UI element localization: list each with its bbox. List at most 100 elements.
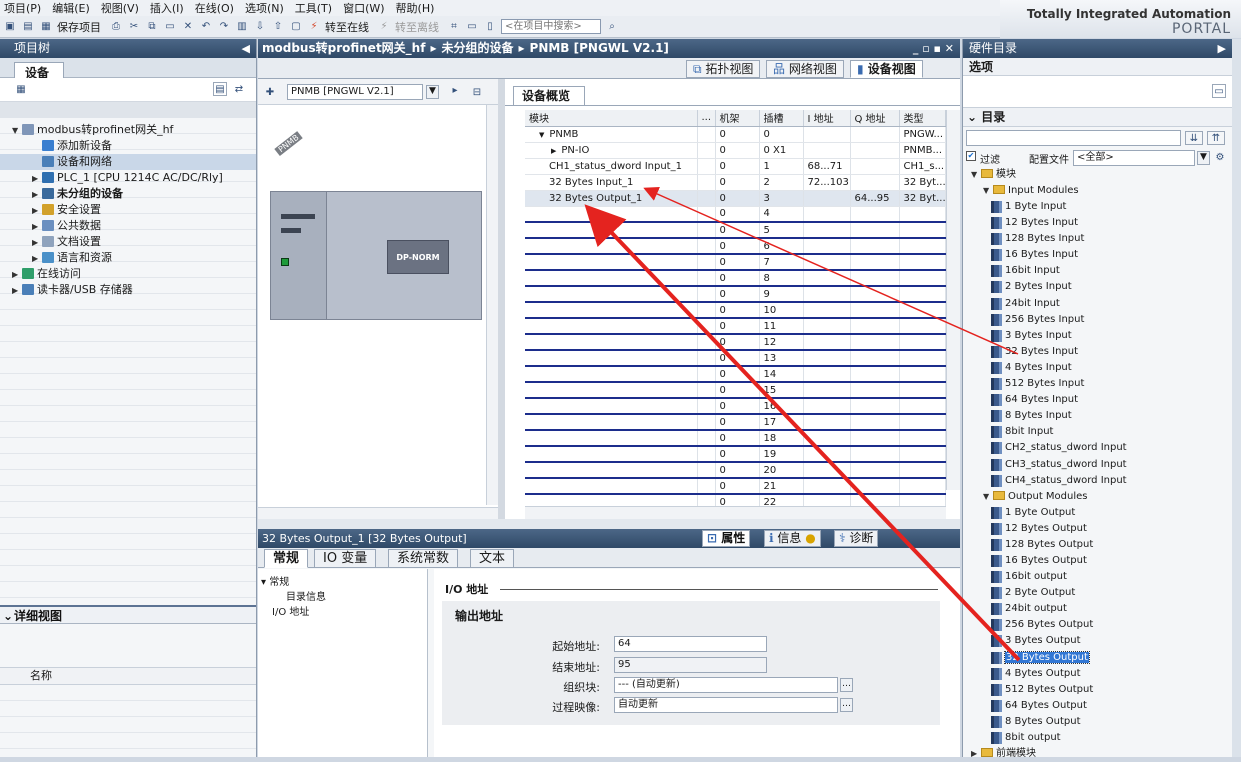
catalog-module[interactable]: 3 Bytes Output bbox=[963, 633, 1232, 649]
column-header[interactable]: 类型 bbox=[899, 110, 946, 127]
column-header[interactable]: 模块 bbox=[525, 110, 698, 127]
table-horizontal-scrollbar[interactable] bbox=[525, 506, 946, 519]
breadcrumb-item[interactable]: PNMB [PNGWL V2.1] bbox=[530, 41, 669, 55]
graphic-horizontal-scrollbar[interactable] bbox=[258, 507, 498, 519]
table-row[interactable]: 04 bbox=[525, 206, 946, 223]
search-icon[interactable]: ⌕ bbox=[605, 20, 619, 34]
ob-select[interactable]: --- (自动更新) bbox=[614, 677, 838, 693]
catalog-search-input[interactable] bbox=[966, 130, 1181, 146]
process-image-browse-icon[interactable]: … bbox=[840, 698, 853, 712]
tree-item[interactable]: ▶ 语言和资源 bbox=[0, 250, 256, 266]
tree-item[interactable]: ▼ modbus转profinet网关_hf bbox=[0, 122, 256, 138]
tree-item[interactable]: ▶ 公共数据 bbox=[0, 218, 256, 234]
catalog-module[interactable]: CH3_status_dword Input bbox=[963, 457, 1232, 473]
table-row[interactable]: 09 bbox=[525, 286, 946, 303]
table-row[interactable]: CH1_status_dword Input_1 0 1 68...71 CH1_s..… bbox=[525, 158, 946, 175]
table-row[interactable]: 0 19 bbox=[525, 446, 946, 463]
catalog-module[interactable]: 128 Bytes Output bbox=[963, 537, 1232, 553]
catalog-module[interactable]: 256 Bytes Output bbox=[963, 617, 1232, 633]
catalog-module[interactable]: 32 Bytes Input bbox=[963, 344, 1232, 360]
catalog-module[interactable]: 512 Bytes Input bbox=[963, 376, 1232, 392]
table-row[interactable]: 06 bbox=[525, 238, 946, 255]
download-icon[interactable]: ⇩ bbox=[253, 20, 267, 34]
split-vertical-icon[interactable]: ▯ bbox=[483, 20, 497, 34]
catalog-module[interactable]: 8 Bytes Output bbox=[963, 714, 1232, 730]
tab-system-constants[interactable]: 系统常数 bbox=[388, 549, 459, 568]
table-row[interactable]: 0 16 bbox=[525, 398, 946, 415]
chevron-down-icon[interactable]: ▼ bbox=[983, 489, 993, 505]
catalog-module[interactable]: 8 Bytes Input bbox=[963, 408, 1232, 424]
table-row[interactable]: 05 bbox=[525, 222, 946, 239]
catalog-module[interactable]: CH2_status_dword Input bbox=[963, 440, 1232, 456]
menu-item[interactable]: 在线(O) bbox=[191, 0, 241, 16]
catalog-module[interactable]: 3 Bytes Input bbox=[963, 328, 1232, 344]
table-row[interactable]: 0 12 bbox=[525, 334, 946, 351]
nav-io-address[interactable]: I/O 地址 bbox=[258, 603, 427, 618]
catalog-module[interactable]: 256 Bytes Input bbox=[963, 312, 1232, 328]
graphic-vertical-scrollbar[interactable] bbox=[486, 105, 498, 505]
split-horizontal-icon[interactable]: ▭ bbox=[465, 20, 479, 34]
delete-icon[interactable]: ✕ bbox=[181, 20, 195, 34]
accessible-devices-icon[interactable]: ⌗ bbox=[447, 20, 461, 34]
start-address-input[interactable]: 64 bbox=[614, 636, 767, 652]
catalog-folder[interactable]: ▼ Input Modules bbox=[963, 183, 1232, 199]
ob-browse-icon[interactable]: … bbox=[840, 678, 853, 692]
device-tool-icon[interactable]: ✚ bbox=[263, 85, 277, 99]
tab-device-overview[interactable]: 设备概览 bbox=[513, 86, 586, 105]
go-offline-button[interactable]: 转至离线 bbox=[395, 19, 439, 35]
table-row[interactable]: 08 bbox=[525, 270, 946, 287]
catalog-module[interactable]: 16bit output bbox=[963, 569, 1232, 585]
profile-settings-icon[interactable]: ⚙ bbox=[1213, 150, 1227, 164]
undo-icon[interactable]: ↶ bbox=[199, 20, 213, 34]
table-row[interactable]: 0 10 bbox=[525, 302, 946, 319]
catalog-module[interactable]: 128 Bytes Input bbox=[963, 231, 1232, 247]
table-row[interactable]: 0 18 bbox=[525, 430, 946, 447]
simulate-icon[interactable]: ▢ bbox=[289, 20, 303, 34]
process-image-select[interactable]: 自动更新 bbox=[614, 697, 838, 713]
chevron-down-icon[interactable]: ⌄ bbox=[3, 607, 13, 626]
catalog-module[interactable]: 64 Bytes Input bbox=[963, 392, 1232, 408]
tree-item[interactable]: ▶ 文档设置 bbox=[0, 234, 256, 250]
collapse-panel-icon[interactable]: ◀ bbox=[242, 39, 250, 58]
tree-item[interactable]: ▶ 未分组的设备 bbox=[0, 186, 256, 202]
tab-io-tags[interactable]: IO 变量 bbox=[314, 549, 377, 568]
redo-icon[interactable]: ↷ bbox=[217, 20, 231, 34]
catalog-module[interactable]: 1 Byte Input bbox=[963, 199, 1232, 215]
chevron-right-icon[interactable]: ▶ bbox=[32, 251, 42, 267]
catalog-module[interactable]: 12 Bytes Output bbox=[963, 521, 1232, 537]
table-row[interactable]: 0 21 bbox=[525, 478, 946, 495]
compile-icon[interactable]: ▥ bbox=[235, 20, 249, 34]
tab-diagnostics[interactable]: ⚕ 诊断 bbox=[834, 530, 879, 547]
catalog-module[interactable]: 16 Bytes Input bbox=[963, 247, 1232, 263]
search-prev-icon[interactable]: ⇈ bbox=[1207, 131, 1225, 145]
tab-texts[interactable]: 文本 bbox=[470, 549, 515, 568]
paste-icon[interactable]: ▭ bbox=[163, 20, 177, 34]
options-collapse-icon[interactable]: ▭ bbox=[1212, 84, 1226, 98]
expand-right-icon[interactable]: ▸ bbox=[448, 83, 462, 97]
tab-general[interactable]: 常规 bbox=[264, 549, 309, 568]
tree-view-icon[interactable]: ▦ bbox=[14, 82, 28, 96]
filter-checkbox[interactable]: ✔ bbox=[966, 151, 976, 161]
column-header[interactable]: 插槽 bbox=[759, 110, 804, 127]
save-project-button[interactable]: 保存项目 bbox=[57, 19, 101, 35]
table-vertical-scrollbar[interactable] bbox=[946, 110, 960, 490]
catalog-folder[interactable]: ▼ Output Modules bbox=[963, 489, 1232, 505]
splitter[interactable] bbox=[498, 79, 505, 519]
table-row[interactable]: 0 17 bbox=[525, 414, 946, 431]
column-header[interactable]: 机架 bbox=[715, 110, 760, 127]
table-row[interactable]: 32 Bytes Input_1 0 2 72...103 32 Byt... bbox=[525, 174, 946, 191]
dp-norm-module[interactable]: DP-NORM bbox=[387, 240, 449, 274]
catalog-module[interactable]: CH4_status_dword Input bbox=[963, 473, 1232, 489]
chevron-down-icon[interactable]: ▼ bbox=[971, 167, 981, 183]
head-module[interactable] bbox=[271, 192, 327, 319]
tree-toggle-icon[interactable]: ⇄ bbox=[232, 82, 246, 96]
tab-network-view[interactable]: 品 网络视图 bbox=[766, 60, 844, 78]
table-row[interactable]: 0 11 bbox=[525, 318, 946, 335]
chevron-right-icon[interactable]: ▶ bbox=[32, 235, 42, 251]
table-row[interactable]: 0 14 bbox=[525, 366, 946, 383]
catalog-module[interactable]: 8bit output bbox=[963, 730, 1232, 746]
column-header[interactable]: Q 地址 bbox=[850, 110, 900, 127]
catalog-module[interactable]: 12 Bytes Input bbox=[963, 215, 1232, 231]
table-row[interactable]: 32 Bytes Output_1 0 3 64...95 32 Byt... bbox=[525, 190, 946, 207]
go-online-icon[interactable]: ⚡ bbox=[307, 20, 321, 34]
